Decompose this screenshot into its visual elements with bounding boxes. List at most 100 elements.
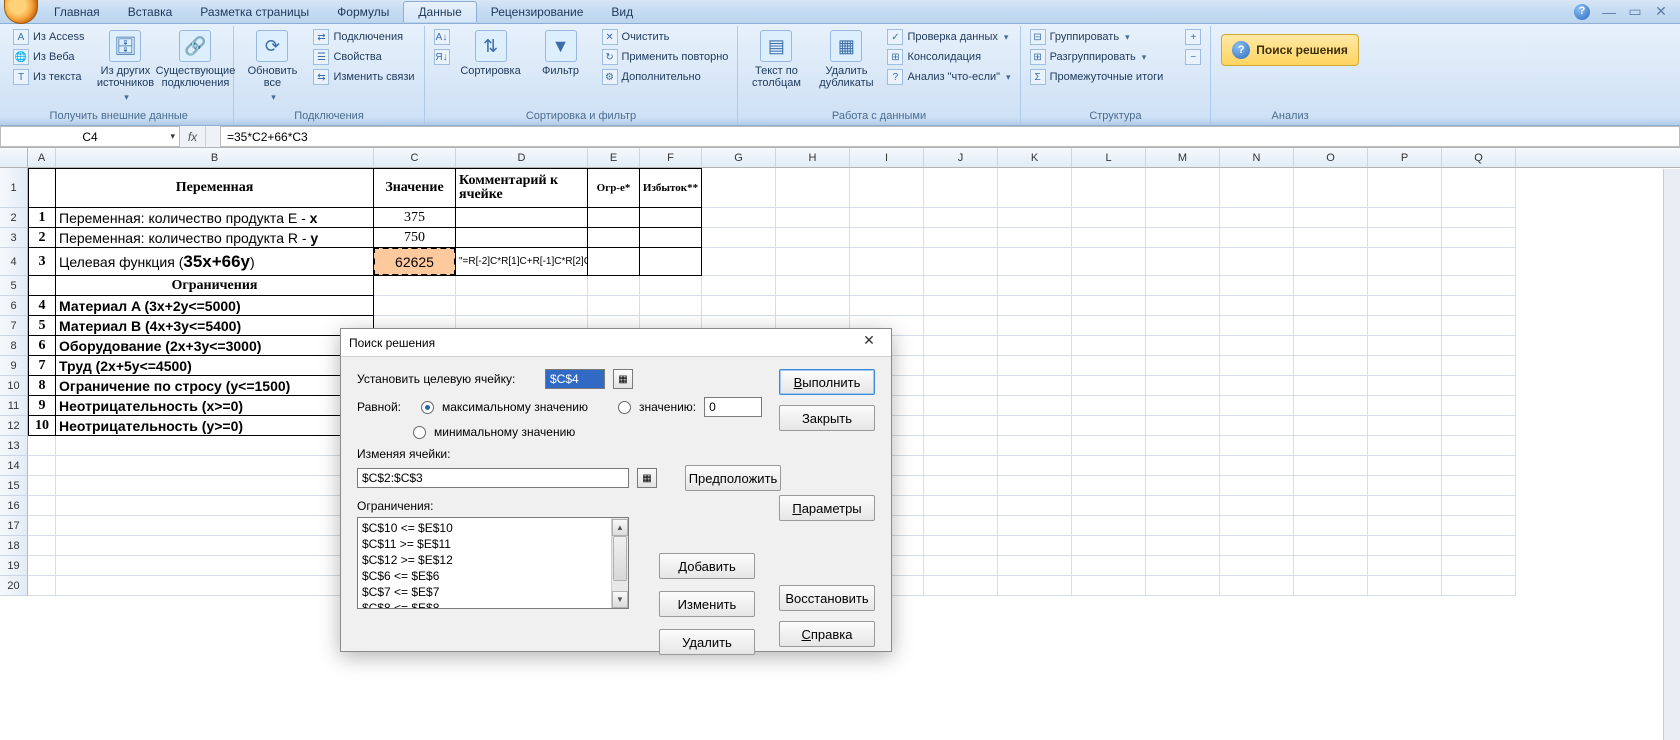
cell[interactable]	[1146, 536, 1220, 556]
cell[interactable]	[588, 248, 640, 276]
cell[interactable]	[1072, 356, 1146, 376]
remove-duplicates-button[interactable]: ▦Удалить дубликаты	[814, 28, 878, 89]
tab-data[interactable]: Данные	[403, 1, 476, 22]
cell[interactable]	[1442, 456, 1516, 476]
row-18[interactable]: 18	[0, 536, 28, 556]
cell[interactable]	[1146, 208, 1220, 228]
cell[interactable]: 4	[28, 296, 56, 316]
cell[interactable]: 7	[28, 356, 56, 376]
col-M[interactable]: M	[1146, 148, 1220, 167]
cell[interactable]	[1072, 248, 1146, 276]
cell[interactable]	[850, 296, 924, 316]
cell[interactable]	[1294, 356, 1368, 376]
cell[interactable]	[1294, 436, 1368, 456]
cell[interactable]	[1294, 576, 1368, 596]
existing-connections-button[interactable]: 🔗Существующие подключения	[163, 28, 227, 89]
edit-constraint-button[interactable]: Изменить	[659, 591, 755, 617]
cell[interactable]	[1368, 576, 1442, 596]
cell[interactable]	[456, 208, 588, 228]
cell[interactable]	[1146, 248, 1220, 276]
from-access-button[interactable]: AИз Access	[10, 28, 87, 46]
cell[interactable]	[1368, 476, 1442, 496]
cell[interactable]	[1294, 476, 1368, 496]
cell[interactable]	[1146, 168, 1220, 208]
cell[interactable]	[56, 536, 374, 556]
cell[interactable]	[1220, 228, 1294, 248]
tab-pagelayout[interactable]: Разметка страницы	[186, 2, 323, 22]
reapply-button[interactable]: ↻Применить повторно	[599, 48, 732, 66]
col-P[interactable]: P	[1368, 148, 1442, 167]
cell[interactable]: Значение	[374, 168, 456, 208]
col-I[interactable]: I	[850, 148, 924, 167]
cell[interactable]	[1220, 316, 1294, 336]
cell[interactable]	[998, 536, 1072, 556]
cell[interactable]	[924, 456, 998, 476]
cell[interactable]	[1442, 208, 1516, 228]
cell[interactable]	[1072, 316, 1146, 336]
cell[interactable]	[998, 456, 1072, 476]
cell[interactable]	[1146, 396, 1220, 416]
max-radio[interactable]	[421, 401, 434, 414]
cell[interactable]	[28, 516, 56, 536]
row-15[interactable]: 15	[0, 476, 28, 496]
row-16[interactable]: 16	[0, 496, 28, 516]
cell[interactable]	[1442, 396, 1516, 416]
cell[interactable]	[1146, 576, 1220, 596]
col-F[interactable]: F	[640, 148, 702, 167]
cell[interactable]	[1368, 396, 1442, 416]
ungroup-button[interactable]: ⊞Разгруппировать▾	[1027, 48, 1167, 66]
cell[interactable]	[1072, 476, 1146, 496]
cell[interactable]	[1072, 336, 1146, 356]
cell[interactable]: Ограничения	[56, 276, 374, 296]
cell[interactable]	[1072, 168, 1146, 208]
cell[interactable]	[776, 168, 850, 208]
cell[interactable]	[1220, 376, 1294, 396]
cell[interactable]	[1294, 456, 1368, 476]
edit-links-button[interactable]: ⇆Изменить связи	[310, 68, 417, 86]
cell[interactable]	[1072, 516, 1146, 536]
col-Q[interactable]: Q	[1442, 148, 1516, 167]
tab-home[interactable]: Главная	[40, 2, 114, 22]
list-scrollbar[interactable]: ▲ ▼	[611, 518, 628, 608]
row-8[interactable]: 8	[0, 336, 28, 356]
cell[interactable]	[998, 276, 1072, 296]
cell[interactable]	[28, 536, 56, 556]
cell[interactable]	[1146, 556, 1220, 576]
cell[interactable]	[1368, 168, 1442, 208]
from-text-button[interactable]: TИз текста	[10, 68, 87, 86]
what-if-button[interactable]: ?Анализ "что-если"▾	[884, 68, 1013, 86]
cell-active[interactable]: 62625	[374, 248, 456, 276]
cell[interactable]	[588, 276, 640, 296]
cell[interactable]	[1146, 496, 1220, 516]
cell[interactable]	[1442, 536, 1516, 556]
cell[interactable]	[1442, 436, 1516, 456]
row-20[interactable]: 20	[0, 576, 28, 596]
cell[interactable]	[1368, 228, 1442, 248]
solve-button[interactable]: Выполнить	[779, 369, 875, 395]
cell[interactable]: "=R[-2]C*R[1]C+R[-1]C*R[2]C	[456, 248, 588, 276]
from-other-sources-button[interactable]: 🗄Из других источников▾	[93, 28, 157, 103]
cell[interactable]: Переменная: количество продукта E - x	[56, 208, 374, 228]
cell[interactable]	[1368, 316, 1442, 336]
namebox-dropdown-icon[interactable]: ▾	[170, 131, 175, 142]
row-10[interactable]: 10	[0, 376, 28, 396]
cell[interactable]	[1442, 336, 1516, 356]
cell[interactable]	[1220, 476, 1294, 496]
cell[interactable]: 3	[28, 248, 56, 276]
cell[interactable]	[1072, 496, 1146, 516]
from-web-button[interactable]: 🌐Из Веба	[10, 48, 87, 66]
expand-button[interactable]: +	[1182, 28, 1204, 46]
tab-view[interactable]: Вид	[597, 2, 647, 22]
cell[interactable]	[924, 536, 998, 556]
cell[interactable]	[640, 208, 702, 228]
cell[interactable]	[998, 208, 1072, 228]
cell[interactable]	[1368, 376, 1442, 396]
range-picker-button[interactable]: ▦	[613, 369, 633, 389]
cell[interactable]	[1220, 396, 1294, 416]
cell[interactable]	[776, 228, 850, 248]
consolidate-button[interactable]: ⊞Консолидация	[884, 48, 1013, 66]
row-9[interactable]: 9	[0, 356, 28, 376]
cell[interactable]	[640, 296, 702, 316]
cell[interactable]	[1146, 376, 1220, 396]
cell[interactable]	[1294, 316, 1368, 336]
